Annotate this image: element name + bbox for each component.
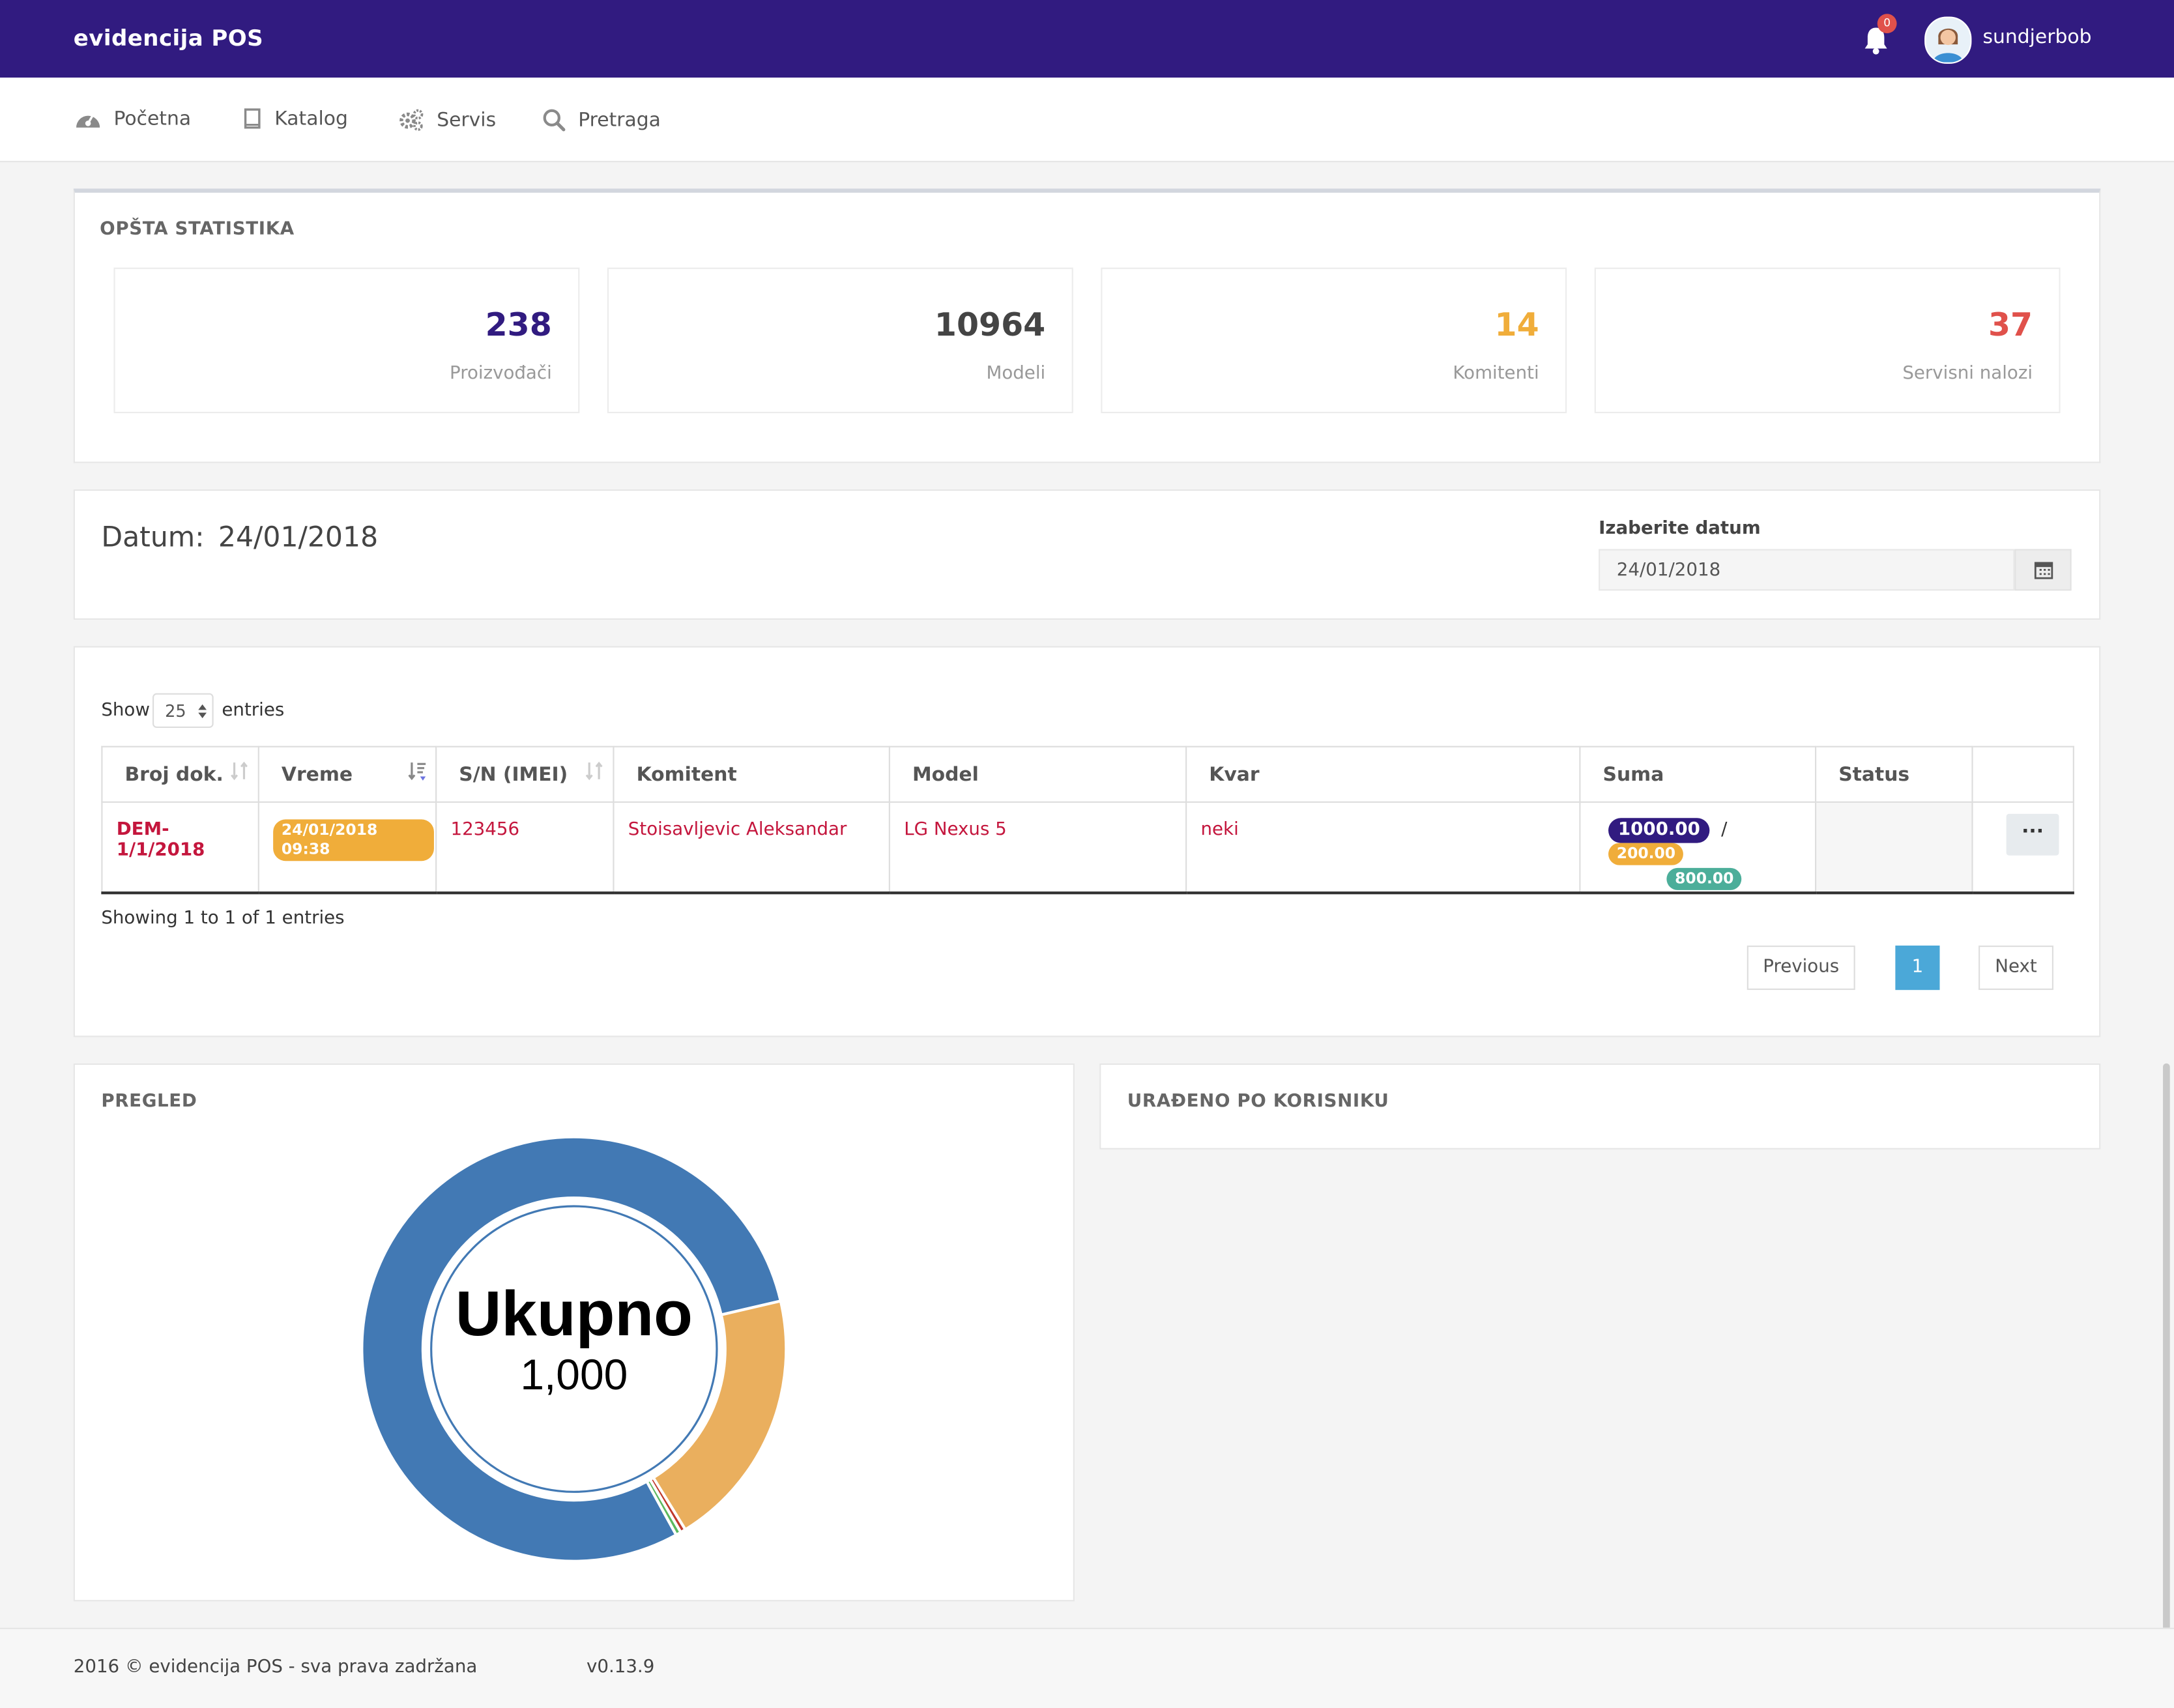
column-header-sn-imei[interactable]: S/N (IMEI) — [435, 745, 615, 803]
main-nav: Početna Katalog Servis Pretraga — [0, 78, 2174, 162]
book-icon — [244, 108, 261, 129]
service-orders-table: Broj dok. Vreme S/N (IMEI) Komitent Mode… — [101, 745, 2074, 895]
per-user-title: URAĐENO PO KORISNIKU — [1127, 1091, 1389, 1112]
overview-card: PREGLED Ukupno 1,000 — [73, 1063, 1075, 1602]
notification-count-badge: 0 — [1877, 14, 1897, 34]
column-header-kvar[interactable]: Kvar — [1185, 745, 1581, 803]
top-bar: evidencija POS 0 sundjerbob — [0, 0, 2174, 78]
donut-chart: Ukupno 1,000 — [360, 1135, 788, 1563]
date-picker-label: Izaberite datum — [1599, 518, 1761, 540]
stat-label: Servisni nalozi — [1902, 363, 2033, 384]
row-actions-button[interactable]: ··· — [2006, 813, 2059, 856]
stat-value: 238 — [485, 308, 552, 344]
column-header-vreme[interactable]: Vreme — [257, 745, 437, 803]
sum-paid-badge: 200.00 — [1608, 843, 1684, 865]
donut-center-value: 1,000 — [520, 1350, 628, 1398]
stat-value: 10964 — [934, 308, 1046, 344]
sum-rest-badge: 800.00 — [1666, 867, 1743, 890]
column-header-status[interactable]: Status — [1815, 745, 1973, 803]
footer-version: v0.13.9 — [586, 1657, 655, 1678]
date-heading: Datum: 24/01/2018 — [101, 520, 378, 553]
avatar[interactable] — [1924, 16, 1972, 64]
nav-label: Pretraga — [578, 109, 661, 132]
avatar-image — [1926, 18, 1971, 63]
date-picker-input[interactable]: 24/01/2018 — [1599, 549, 2015, 591]
stat-box-modeli[interactable]: 10964 Modeli — [607, 267, 1073, 414]
nav-item-katalog[interactable]: Katalog — [242, 108, 348, 130]
stats-card: OPŠTA STATISTIKA 238 Proizvođači 10964 M… — [73, 188, 2101, 463]
show-label: Show — [101, 700, 150, 721]
nav-item-pocetna[interactable]: Početna — [75, 108, 191, 130]
table-card: Show 25 entries Broj dok. Vreme S/N (IME… — [73, 646, 2101, 1037]
donut-slices — [360, 1135, 788, 1563]
cell-actions: ··· — [1971, 802, 2074, 895]
pagination-page-1[interactable]: 1 — [1895, 946, 1940, 991]
cell-doc: DEM-1/1/2018 — [101, 802, 259, 895]
column-header-actions — [1971, 745, 2074, 803]
entries-select-value: 25 — [165, 701, 186, 721]
stat-value: 37 — [1988, 308, 2033, 344]
pagination-previous-button[interactable]: Previous — [1746, 946, 1855, 991]
column-header-broj-dok[interactable]: Broj dok. — [101, 745, 259, 803]
sum-total-badge: 1000.00 — [1608, 818, 1710, 843]
sort-icon — [585, 761, 603, 781]
footer: 2016 © evidencija POS - sva prava zadrža… — [0, 1627, 2174, 1708]
stat-label: Modeli — [986, 363, 1046, 384]
table-info: Showing 1 to 1 of 1 entries — [101, 908, 345, 929]
sort-icon — [231, 761, 248, 781]
footer-copyright: 2016 © evidencija POS - sva prava zadrža… — [73, 1657, 478, 1678]
nav-label: Početna — [113, 108, 192, 130]
column-header-model[interactable]: Model — [888, 745, 1187, 803]
sort-desc-icon — [408, 762, 426, 781]
time-badge: 24/01/2018 09:38 — [273, 819, 434, 861]
select-arrows-icon — [198, 704, 207, 719]
column-header-komitent[interactable]: Komitent — [613, 745, 890, 803]
nav-label: Servis — [437, 109, 497, 132]
stats-title: OPŠTA STATISTIKA — [100, 219, 295, 240]
sum-separator: / — [1721, 819, 1728, 841]
calendar-button[interactable] — [2014, 549, 2072, 591]
dashboard-icon — [76, 114, 100, 128]
brand-logo[interactable]: evidencija POS — [74, 25, 263, 51]
cell-model: LG Nexus 5 — [888, 802, 1187, 895]
column-header-label: Broj dok. — [124, 763, 224, 786]
calendar-icon — [2034, 562, 2053, 579]
pagination-next-button[interactable]: Next — [1978, 946, 2053, 991]
stat-box-proizvodjaci[interactable]: 238 Proizvođači — [113, 267, 580, 414]
cell-sn: 123456 — [435, 802, 615, 895]
date-heading-value: 24/01/2018 — [218, 519, 379, 553]
date-heading-label: Datum: — [101, 519, 205, 553]
stat-label: Proizvođači — [450, 363, 552, 384]
overview-title: PREGLED — [101, 1091, 197, 1112]
donut-center-title: Ukupno — [456, 1277, 693, 1349]
date-card: Datum: 24/01/2018 Izaberite datum 24/01/2… — [73, 489, 2101, 620]
column-header-label: S/N (IMEI) — [459, 763, 568, 786]
nav-item-servis[interactable]: Servis — [398, 108, 496, 132]
nav-item-pretraga[interactable]: Pretraga — [542, 108, 661, 132]
cell-suma: 1000.00 / 200.00 800.00 — [1579, 802, 1817, 895]
donut-inner-ring — [430, 1205, 718, 1493]
gears-icon — [399, 109, 424, 131]
cell-time: 24/01/2018 09:38 — [257, 802, 437, 895]
app-root: evidencija POS 0 sundjerbob Početna Kata… — [0, 0, 2174, 1708]
column-header-suma[interactable]: Suma — [1579, 745, 1817, 803]
search-icon — [543, 109, 566, 132]
cell-client: Stoisavljevic Aleksandar — [613, 802, 890, 895]
stat-value: 14 — [1494, 308, 1539, 344]
table-row: DEM-1/1/2018 24/01/2018 09:38 123456 Sto… — [101, 802, 2074, 895]
nav-label: Katalog — [274, 108, 348, 130]
column-header-label: Vreme — [281, 763, 353, 786]
entries-select[interactable]: 25 — [152, 693, 214, 728]
stat-box-komitenti[interactable]: 14 Komitenti — [1101, 267, 1567, 414]
cell-status — [1815, 802, 1973, 895]
table-header-row: Broj dok. Vreme S/N (IMEI) Komitent Mode… — [101, 745, 2074, 803]
cell-fault: neki — [1185, 802, 1581, 895]
per-user-card: URAĐENO PO KORISNIKU — [1099, 1063, 2101, 1150]
stat-label: Komitenti — [1453, 363, 1539, 384]
username-label[interactable]: sundjerbob — [1982, 26, 2091, 48]
entries-label: entries — [222, 700, 285, 721]
stat-box-servisni-nalozi[interactable]: 37 Servisni nalozi — [1594, 267, 2061, 414]
page-scrollbar[interactable] — [2163, 1063, 2170, 1632]
doc-number-link[interactable]: DEM-1/1/2018 — [117, 819, 205, 861]
